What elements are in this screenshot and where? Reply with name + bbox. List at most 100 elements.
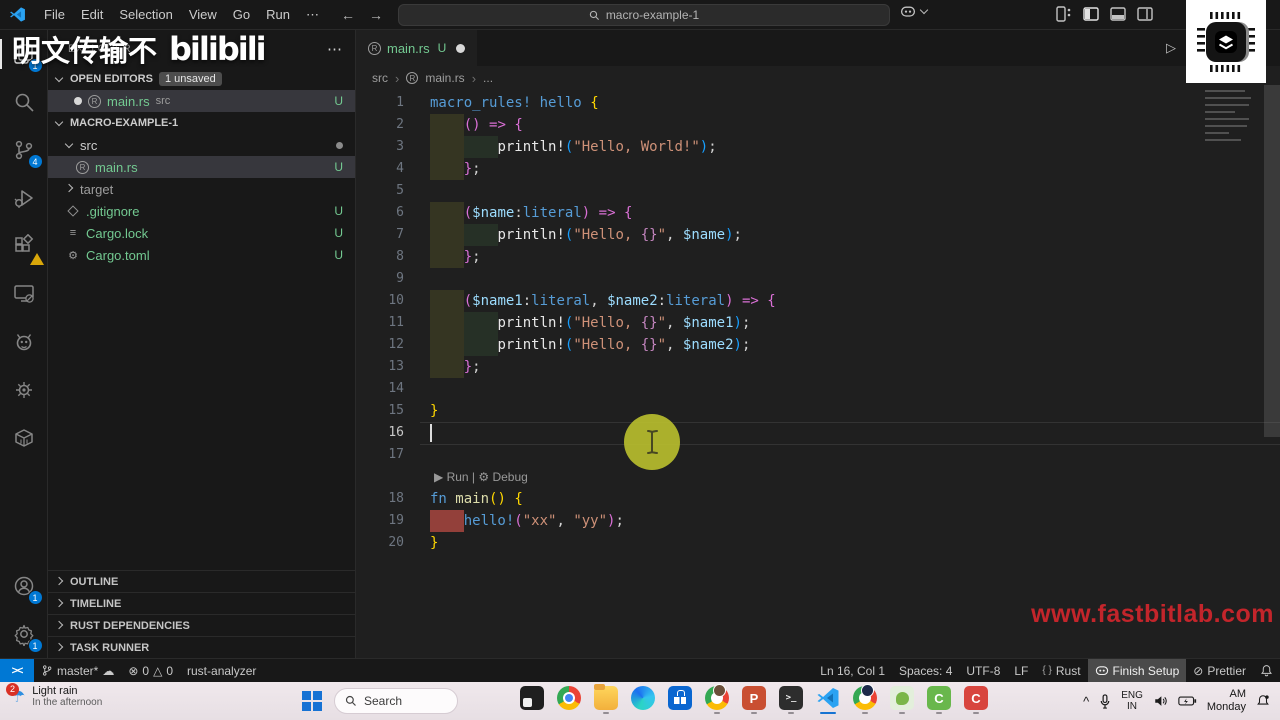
project-section-header[interactable]: MACRO-EXAMPLE-1 <box>48 112 355 134</box>
prettier-status[interactable]: ⊘ Prettier <box>1186 659 1253 683</box>
editor-group: R main.rs U src › R main.rs › ... ▷ 1 mac… <box>356 30 1280 658</box>
code-line: 20} <box>356 532 1280 554</box>
codelens-row[interactable]: ▶ Run | ⚙ Debug <box>356 466 1280 488</box>
taskbar-store[interactable] <box>668 686 692 714</box>
panel-outline[interactable]: OUTLINE <box>48 570 355 592</box>
taskbar-task-view[interactable] <box>520 686 544 714</box>
chevron-right-icon <box>54 598 64 607</box>
line-number: 18 <box>388 491 404 506</box>
tab-modified-dot[interactable] <box>456 43 466 53</box>
git-branch-status[interactable]: master* ☁ <box>34 659 121 683</box>
activitybar-remote-explorer[interactable] <box>0 270 48 318</box>
breadcrumb-src[interactable]: src <box>372 71 388 85</box>
tree-file-cargo-toml[interactable]: ⚙ Cargo.toml U <box>48 244 355 266</box>
taskbar-search[interactable]: Search <box>334 688 458 714</box>
activitybar-containers[interactable] <box>0 414 48 462</box>
activitybar-accounts[interactable]: 1 <box>0 562 48 610</box>
line-number: 19 <box>388 513 404 528</box>
open-editors-header[interactable]: OPEN EDITORS 1 unsaved <box>48 68 355 90</box>
toggle-sidebar-left-button[interactable] <box>1083 6 1099 22</box>
taskbar-chrome-profile[interactable] <box>705 684 729 714</box>
run-debug-codelens[interactable]: ▶ Run | ⚙ Debug <box>430 470 528 484</box>
rust-analyzer-status[interactable]: rust-analyzer <box>180 659 263 683</box>
activitybar-bug-tool[interactable] <box>0 318 48 366</box>
pip-video-overlay[interactable] <box>1186 0 1266 83</box>
menu-go[interactable]: Go <box>225 7 258 22</box>
finish-setup-button[interactable]: Finish Setup <box>1087 658 1187 683</box>
activitybar-build-tools[interactable] <box>0 366 48 414</box>
language-mode-status[interactable]: { } Rust <box>1035 659 1087 683</box>
language-switcher[interactable]: ENG IN <box>1121 690 1143 712</box>
panel-rust-dependencies[interactable]: RUST DEPENDENCIES <box>48 614 355 636</box>
nav-forward-button[interactable]: → <box>369 7 383 23</box>
taskbar-edge[interactable] <box>631 686 655 714</box>
taskbar-chrome-profile-2[interactable] <box>853 684 877 714</box>
weather-widget[interactable]: ☂ 2 Light rain In the afternoon <box>6 682 102 708</box>
scrollbar-thumb[interactable] <box>1264 85 1280 437</box>
code-line: 7 println!("Hello, {}", $name); <box>356 224 1280 246</box>
menu-run[interactable]: Run <box>258 7 298 22</box>
tree-folder-src[interactable]: src <box>48 134 355 156</box>
battery-icon[interactable] <box>1178 695 1197 707</box>
menu-more[interactable]: ⋯ <box>298 7 327 23</box>
line-number <box>356 466 430 488</box>
taskbar-camtasia-green[interactable]: C <box>927 686 951 714</box>
taskbar-powerpoint[interactable]: P <box>742 686 766 714</box>
panel-timeline[interactable]: TIMELINE <box>48 592 355 614</box>
breadcrumb-symbol[interactable]: ... <box>483 71 493 85</box>
activitybar-explorer[interactable]: 1 <box>0 30 48 78</box>
minimap[interactable] <box>1205 90 1257 146</box>
tree-folder-target[interactable]: target <box>48 178 355 200</box>
cursor-position-status[interactable]: Ln 16, Col 1 <box>813 659 892 683</box>
toggle-panel-button[interactable] <box>1110 6 1126 22</box>
run-file-button[interactable]: ▷ <box>1166 40 1176 56</box>
remote-indicator-button[interactable]: >< <box>0 658 34 683</box>
activitybar-settings[interactable]: 1 <box>0 610 48 658</box>
taskbar-file-explorer[interactable] <box>594 684 618 714</box>
menu-view[interactable]: View <box>181 7 225 22</box>
taskbar-camtasia-red[interactable]: C <box>964 686 988 714</box>
command-center-search[interactable]: macro-example-1 <box>398 4 890 26</box>
microphone-icon[interactable] <box>1099 693 1111 709</box>
taskbar-chrome[interactable] <box>557 686 581 714</box>
indentation-status[interactable]: Spaces: 4 <box>892 659 959 683</box>
chevron-right-icon <box>54 620 64 629</box>
code-area[interactable]: 1 macro_rules! hello {2 () => {3 println!… <box>356 92 1280 554</box>
taskbar-vscode[interactable] <box>816 686 840 714</box>
clock[interactable]: AM Monday <box>1207 688 1246 714</box>
taskbar-notepad[interactable] <box>890 686 914 714</box>
nav-back-button[interactable]: ← <box>341 7 355 23</box>
tree-file-cargo-lock[interactable]: ≡ Cargo.lock U <box>48 222 355 244</box>
activitybar-extensions[interactable] <box>0 222 48 270</box>
tray-expand-button[interactable]: ^ <box>1083 694 1089 709</box>
start-button[interactable] <box>302 691 322 711</box>
line-col-label: Ln 16, Col 1 <box>820 663 885 678</box>
sidebar-more-actions-button[interactable]: ⋯ <box>327 40 343 58</box>
customize-layout-button[interactable] <box>1056 6 1072 22</box>
notifications-bell-button[interactable] <box>1253 659 1280 683</box>
tree-file-main-rs[interactable]: R main.rs U <box>48 156 355 178</box>
panel-task-runner[interactable]: TASK RUNNER <box>48 636 355 658</box>
store-icon <box>668 686 692 710</box>
open-editor-main-rs[interactable]: R main.rs src U <box>48 90 355 112</box>
menu-selection[interactable]: Selection <box>111 7 180 22</box>
tab-main-rs[interactable]: R main.rs U <box>356 30 478 66</box>
encoding-status[interactable]: UTF-8 <box>959 659 1007 683</box>
copilot-menu-button[interactable] <box>900 5 929 19</box>
activitybar-run-debug[interactable] <box>0 174 48 222</box>
activitybar-search[interactable] <box>0 78 48 126</box>
line-number: 7 <box>396 227 404 242</box>
problems-status[interactable]: ⊗ 0 △ 0 <box>121 659 180 683</box>
git-branch-icon <box>43 665 52 676</box>
menu-edit[interactable]: Edit <box>73 7 111 22</box>
toggle-sidebar-right-button[interactable] <box>1137 6 1153 22</box>
eol-status[interactable]: LF <box>1007 659 1035 683</box>
tree-file-gitignore[interactable]: .gitignore U <box>48 200 355 222</box>
menu-file[interactable]: File <box>36 7 73 22</box>
breadcrumb-file[interactable]: main.rs <box>425 71 464 85</box>
taskbar-terminal[interactable]: >_ <box>779 686 803 714</box>
speaker-icon[interactable] <box>1153 694 1168 708</box>
activitybar-source-control[interactable]: 4 <box>0 126 48 174</box>
notification-count-badge: 2 <box>6 682 19 696</box>
notification-bell-icon[interactable] <box>1256 694 1270 708</box>
